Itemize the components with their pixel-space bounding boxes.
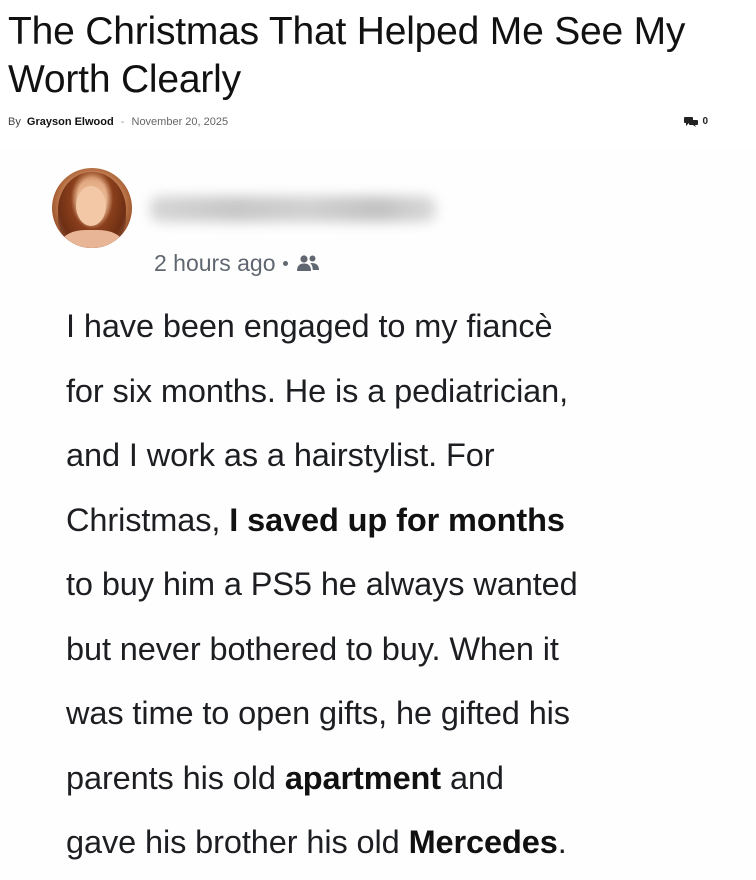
post-text-line: but never bothered to buy. When it — [66, 631, 559, 667]
avatar-face — [76, 186, 106, 226]
post-time: 2 hours ago — [154, 250, 276, 276]
post-text-segment: but never bothered to buy. When it — [66, 630, 559, 667]
post-text-line: Christmas, I saved up for months — [66, 502, 565, 538]
post-text-segment: Christmas, — [66, 501, 230, 538]
post-meta: 2 hours ago — [154, 248, 320, 278]
post-text-line: was time to open gifts, he gifted his — [66, 695, 570, 731]
post-text-line: and I work as a hairstylist. For — [66, 437, 495, 473]
comment-count-link[interactable]: 0 — [684, 115, 708, 129]
article-meta: By Grayson Elwood - November 20, 2025 0 — [8, 115, 708, 129]
post-text-line: gave his brother his old Mercedes. — [66, 824, 567, 860]
post-text-bold: I saved up for months — [229, 501, 565, 538]
post-text-segment: to buy him a PS5 he always wanted — [66, 566, 578, 602]
post-text-line: for six months. He is a pediatrician, — [66, 373, 568, 409]
post-text-segment: gave his brother his old — [66, 824, 409, 860]
post-text-segment: and — [441, 759, 504, 796]
article-title: The Christmas That Helped Me See My Wort… — [8, 10, 686, 101]
post-text: I have been engaged to my fiancè for six … — [66, 294, 726, 875]
meta-separator: - — [120, 116, 125, 128]
post-text-segment: . — [557, 824, 567, 860]
post-text-segment: and I work as a hairstylist. For — [66, 437, 495, 473]
post-text-segment: was time to open gifts, he gifted his — [66, 695, 570, 731]
avatar — [52, 168, 132, 248]
post-text-line: I have been engaged to my fiancè — [66, 308, 553, 344]
comment-count: 0 — [702, 116, 708, 127]
author-link[interactable]: Grayson Elwood — [27, 116, 114, 128]
post-text-line: parents his old apartment and — [66, 760, 504, 796]
post-text-bold: Mercedes — [408, 824, 558, 860]
post-text-segment: for six months. He is a pediatrician, — [66, 372, 569, 409]
post-screenshot-image: 2 hours ago I have been engaged to my fi… — [0, 148, 756, 880]
publish-date: November 20, 2025 — [131, 116, 229, 128]
comment-icon — [684, 117, 699, 127]
blurred-username — [150, 196, 436, 222]
post-text-segment: parents his old — [66, 759, 285, 796]
post-text-bold: apartment — [284, 759, 442, 796]
by-label: By — [8, 116, 21, 128]
avatar-shirt — [62, 230, 122, 248]
post-text-segment: I have been engaged to my fiancè — [66, 308, 553, 344]
friends-icon — [297, 255, 320, 271]
dot-separator — [283, 260, 289, 266]
post-text-line: to buy him a PS5 he always wanted — [66, 566, 578, 602]
